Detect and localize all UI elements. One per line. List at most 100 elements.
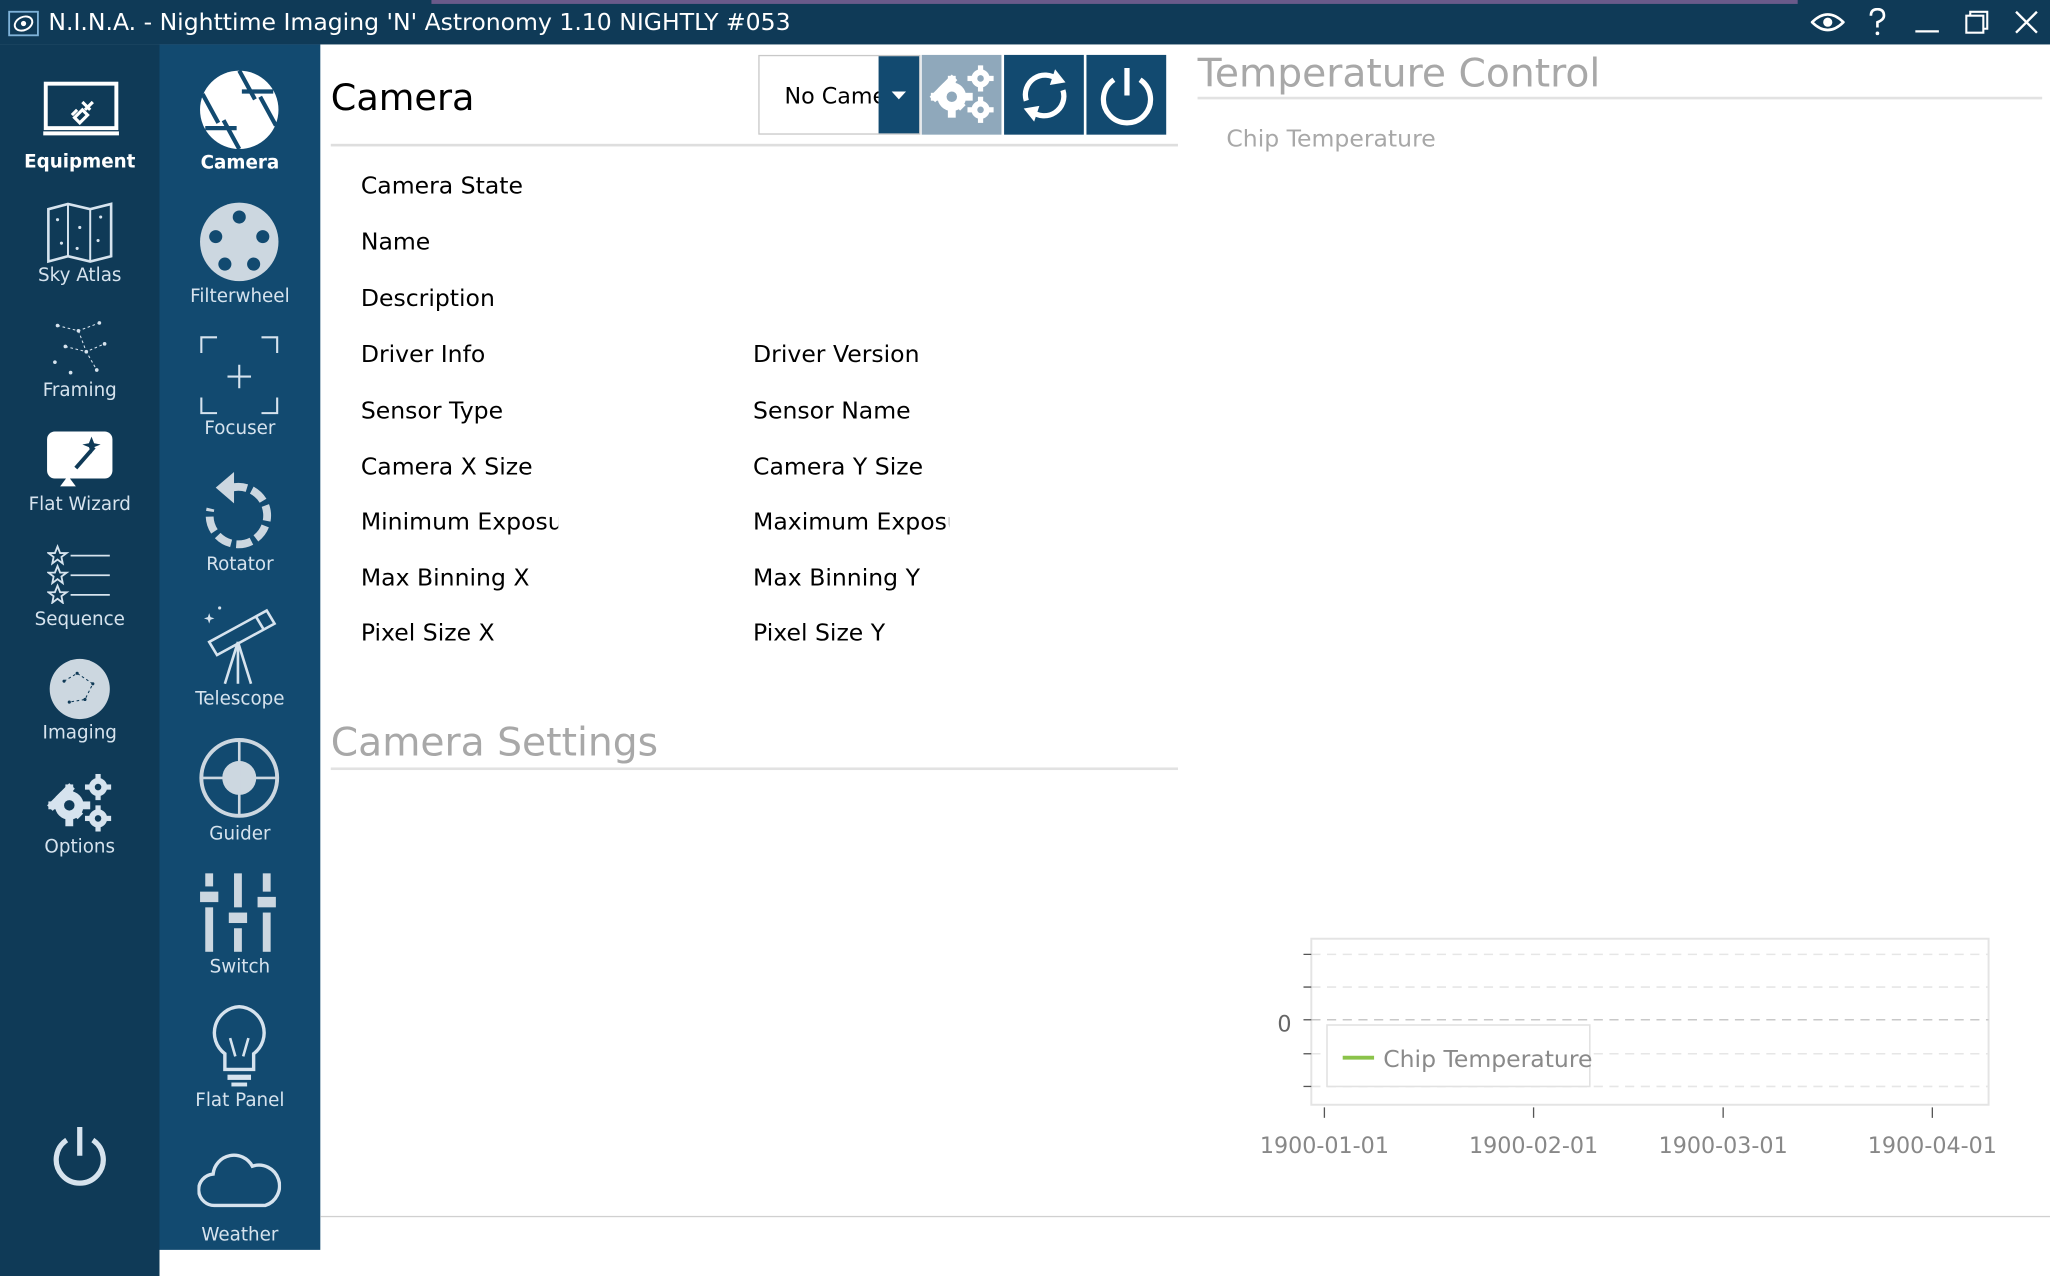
nav-item-rotator[interactable]: Rotator	[160, 469, 321, 579]
prop-pixel-size-y: Pixel Size Y	[753, 619, 886, 648]
nav-label: Telescope	[195, 688, 285, 710]
nav-label: Equipment	[24, 151, 136, 173]
prop-sensor-name: Sensor Name	[753, 397, 911, 425]
nav-label: Sequence	[34, 609, 125, 631]
temperature-divider	[1197, 96, 2043, 100]
nav-item-options[interactable]: Options	[0, 769, 160, 868]
primary-nav: Equipment Sky Atlas Framing Flat Wizard …	[0, 44, 160, 1276]
nav-label: Camera	[200, 152, 280, 174]
close-icon[interactable]	[2007, 5, 2046, 39]
sky-map-icon	[47, 202, 113, 264]
prop-pixel-size-x: Pixel Size X	[360, 619, 495, 648]
prop-camera-y-size: Camera Y Size	[753, 453, 924, 482]
nina-logo-icon[interactable]	[8, 10, 39, 37]
refresh-button[interactable]	[1004, 54, 1084, 135]
nav-label: Focuser	[204, 418, 276, 440]
imaging-globe-icon	[49, 658, 110, 720]
connect-button[interactable]	[1086, 54, 1167, 135]
temperature-control-title: Temperature Control	[1197, 50, 1601, 97]
nav-label: Rotator	[206, 554, 274, 576]
nav-label: Sky Atlas	[38, 265, 122, 287]
nav-item-framing[interactable]: Framing	[0, 312, 160, 411]
minimize-icon[interactable]	[1907, 5, 1946, 39]
chevron-down-icon	[891, 91, 907, 100]
focuser-icon	[200, 336, 279, 415]
bottom-divider	[320, 1215, 2050, 1218]
switch-sliders-icon	[200, 873, 276, 952]
prop-max-binning-y: Max Binning Y	[753, 564, 920, 593]
prop-name: Name	[360, 228, 431, 257]
lightbulb-icon	[212, 1004, 266, 1087]
restore-icon[interactable]	[1957, 5, 1996, 39]
camera-device-value: No Camera	[784, 83, 878, 110]
app-window: N.I.N.A. - Nighttime Imaging 'N' Astrono…	[0, 0, 2050, 1276]
nav-item-filterwheel[interactable]: Filterwheel	[160, 201, 321, 311]
help-icon[interactable]	[1858, 5, 1897, 39]
x-tick-label: 1900-03-01	[1659, 1133, 1788, 1159]
nav-label: Guider	[209, 823, 271, 845]
prop-driver-info: Driver Info	[360, 341, 486, 369]
y-tick-label: 0	[1277, 1012, 1291, 1038]
nav-item-sky-atlas[interactable]: Sky Atlas	[0, 199, 160, 298]
guider-crosshair-icon	[199, 738, 280, 818]
telescope-icon	[203, 606, 277, 685]
power-icon[interactable]	[51, 1124, 109, 1187]
title-bar: N.I.N.A. - Nighttime Imaging 'N' Astrono…	[0, 0, 2050, 45]
power-icon	[1100, 67, 1154, 126]
eye-icon[interactable]	[1808, 5, 1847, 39]
chip-temperature-label: Chip Temperature	[1226, 125, 1436, 153]
prop-minimum-exposure: Minimum Exposure	[360, 508, 558, 537]
prop-driver-version: Driver Version	[753, 341, 920, 369]
cloud-icon	[197, 1153, 282, 1208]
camera-settings-title: Camera Settings	[330, 720, 659, 767]
nav-item-equipment[interactable]: Equipment	[0, 73, 160, 180]
prop-sensor-type: Sensor Type	[360, 397, 504, 425]
nav-item-switch[interactable]: Switch	[160, 871, 321, 981]
dropdown-toggle[interactable]	[878, 56, 920, 134]
constellation-icon	[53, 321, 107, 375]
laptop-plug-icon	[43, 81, 119, 136]
camera-device-select[interactable]: No Camera	[758, 54, 921, 135]
nav-item-weather[interactable]: Weather	[160, 1151, 321, 1250]
flat-wizard-icon	[47, 431, 113, 487]
nav-item-telescope[interactable]: Telescope	[160, 603, 321, 713]
nav-item-imaging[interactable]: Imaging	[0, 655, 160, 754]
camera-divider	[330, 143, 1178, 147]
equipment-nav: Camera Filterwheel Focuser Rotator Teles…	[159, 44, 321, 1250]
refresh-icon	[1022, 69, 1067, 122]
nav-label: Options	[44, 836, 116, 858]
gears-icon	[47, 773, 112, 832]
nav-item-flat-panel[interactable]: Flat Panel	[160, 1004, 321, 1114]
prop-camera-state: Camera State	[360, 172, 523, 201]
filterwheel-icon	[200, 202, 279, 282]
nav-label: Flat Panel	[195, 1090, 285, 1112]
rotator-icon	[205, 471, 272, 549]
x-tick-label: 1900-04-01	[1868, 1133, 1997, 1159]
window-title: N.I.N.A. - Nighttime Imaging 'N' Astrono…	[48, 9, 791, 37]
x-tick-label: 1900-01-01	[1260, 1133, 1389, 1159]
gears-icon	[929, 65, 994, 123]
nav-label: Switch	[209, 957, 271, 978]
prop-maximum-exposure: Maximum Exposure	[753, 508, 949, 537]
nav-label: Filterwheel	[190, 286, 290, 308]
search-strip	[431, 0, 1798, 4]
nav-item-sequence[interactable]: Sequence	[0, 541, 160, 640]
legend-label: Chip Temperature	[1383, 1045, 1592, 1073]
nav-label: Framing	[42, 380, 117, 402]
nav-label: Flat Wizard	[28, 494, 131, 516]
prop-camera-x-size: Camera X Size	[360, 453, 533, 482]
prop-description: Description	[360, 285, 495, 313]
camera-settings-button[interactable]	[921, 54, 1002, 135]
sequence-stars-icon	[47, 544, 110, 605]
nav-label: Weather	[201, 1225, 279, 1246]
camera-aperture-icon	[200, 69, 279, 151]
camera-settings-divider	[330, 767, 1178, 771]
nav-label: Imaging	[42, 722, 117, 744]
nav-item-camera[interactable]: Camera	[160, 68, 321, 178]
nav-item-flat-wizard[interactable]: Flat Wizard	[0, 426, 160, 525]
chip-temperature-chart: 0 1900-01-01 1900-02-01 1900-03-01 1900-04-0…	[1260, 937, 1997, 1159]
camera-title: Camera	[330, 75, 475, 119]
nav-item-focuser[interactable]: Focuser	[160, 335, 321, 445]
nav-item-guider[interactable]: Guider	[160, 737, 321, 847]
prop-max-binning-x: Max Binning X	[360, 564, 530, 593]
